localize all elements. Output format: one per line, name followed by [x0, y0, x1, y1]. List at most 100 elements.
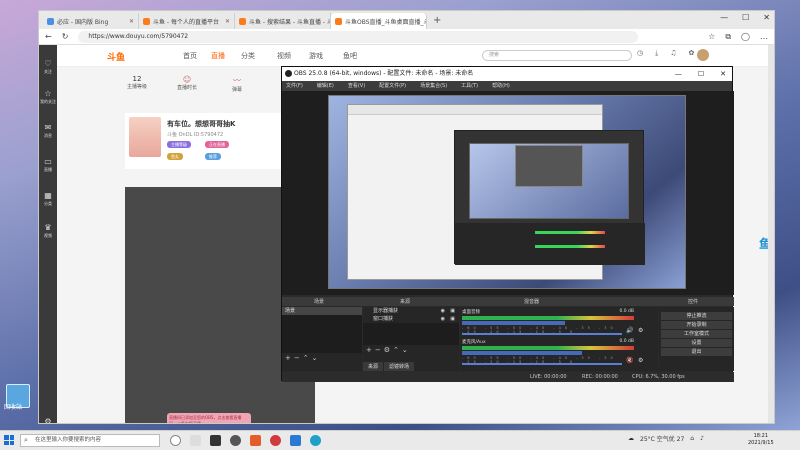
stop-streaming-button[interactable]: 停止推流	[661, 312, 732, 320]
history-icon[interactable]: ◷	[637, 49, 643, 58]
menu-edit[interactable]: 编辑(E)	[317, 81, 334, 91]
douyu-taskbar-icon[interactable]	[250, 435, 261, 446]
tab-sources[interactable]: 来源	[363, 362, 384, 371]
gear-icon[interactable]: ⚙	[638, 357, 643, 364]
remove-icon[interactable]: −	[294, 354, 303, 362]
muted-speaker-icon[interactable]: 🔇	[626, 357, 633, 364]
menu-profile[interactable]: 配置文件(P)	[379, 81, 406, 91]
download-icon[interactable]: ⤓	[655, 49, 658, 58]
folder-icon[interactable]	[290, 435, 301, 446]
close-icon[interactable]: ✕	[129, 18, 134, 25]
network-icon[interactable]: ⌂	[690, 435, 694, 442]
gift-icon[interactable]: ✿	[689, 49, 695, 58]
tab-bing[interactable]: 必应 - 国内版 Bing ✕	[43, 13, 139, 29]
sidebar-item-live[interactable]: ▭ 直播	[39, 157, 57, 173]
maximize-icon[interactable]: ☐	[698, 67, 704, 81]
clock[interactable]: 18:21 2021/9/15	[748, 433, 774, 447]
bell-icon[interactable]: ♫	[670, 49, 676, 58]
start-recording-button[interactable]: 开始录制	[661, 321, 732, 329]
anchor-avatar[interactable]	[129, 117, 161, 157]
close-icon[interactable]: ✕	[720, 67, 726, 81]
sources-list[interactable]	[363, 323, 459, 345]
down-icon[interactable]: ⌄	[312, 354, 321, 362]
windows-start-icon[interactable]	[4, 435, 14, 445]
tab-douyu-search[interactable]: 斗鱼 - 搜索结果 - 斗鱼直播 - 斗鱼✕	[235, 13, 331, 29]
source-item[interactable]: 窗口捕获 ◉ ▣	[363, 315, 459, 323]
studio-mode-button[interactable]: 工作室模式	[661, 330, 732, 338]
stat-danmu[interactable]: 〰弹幕	[225, 75, 249, 93]
add-icon[interactable]: +	[366, 346, 375, 354]
stat-level[interactable]: 12 主播等级	[125, 75, 149, 93]
up-icon[interactable]: ⌃	[303, 354, 312, 362]
refresh-icon[interactable]: ↻	[62, 32, 69, 41]
nav-live[interactable]: 直播	[211, 51, 225, 61]
sidebar-item-my-follow[interactable]: ☆ 我的关注	[39, 89, 57, 105]
obs-preview[interactable]	[282, 91, 734, 295]
nav-yuba[interactable]: 鱼吧	[343, 51, 357, 61]
nav-home[interactable]: 首页	[183, 51, 197, 61]
volume-icon[interactable]: ♪	[700, 435, 704, 442]
more-icon[interactable]: …	[760, 32, 768, 42]
menu-tools[interactable]: 工具(T)	[461, 81, 478, 91]
badge-recommend[interactable]: 推荐	[205, 153, 221, 160]
gear-icon[interactable]: ⚙	[638, 327, 643, 334]
tab-douyu-obs[interactable]: 斗鱼OBS直播_斗鱼桌面直播_斗鱼✕	[331, 13, 427, 29]
scene-item[interactable]: 场景	[282, 307, 362, 315]
collections-icon[interactable]: ⧉	[725, 32, 731, 42]
add-icon[interactable]: +	[285, 354, 294, 362]
gear-icon[interactable]: ⚙	[384, 346, 393, 354]
eye-icon[interactable]: ◉	[441, 315, 445, 323]
favorite-star-icon[interactable]: ☆	[708, 32, 715, 42]
remove-icon[interactable]: −	[375, 346, 384, 354]
tab-transitions[interactable]: 滤镜转场	[384, 362, 415, 371]
minimize-icon[interactable]: —	[720, 13, 728, 22]
lock-icon[interactable]: ▣	[450, 307, 455, 315]
url-field[interactable]: https://www.douyu.com/5790472	[78, 30, 639, 43]
douyu-logo[interactable]: 斗鱼	[107, 50, 125, 63]
avatar[interactable]	[697, 49, 709, 61]
app-icon[interactable]	[230, 435, 241, 446]
weather-text[interactable]: 25°C 空气优 27	[640, 434, 684, 443]
app-red-icon[interactable]	[270, 435, 281, 446]
volume-slider[interactable]	[462, 363, 622, 365]
close-icon[interactable]: ✕	[225, 18, 230, 25]
stat-duration[interactable]: ☺ 直播时长	[175, 75, 199, 93]
menu-help[interactable]: 帮助(H)	[492, 81, 510, 91]
nav-category[interactable]: 分类	[241, 51, 255, 61]
minimize-icon[interactable]: —	[675, 67, 682, 81]
exit-button[interactable]: 退出	[661, 348, 732, 356]
obs-toast[interactable]: 直播间已添加至您的OBS，点击查看直播间，斗鱼为您开播	[167, 413, 251, 423]
sidebar-item-follow[interactable]: ♡ 关注	[39, 59, 57, 75]
new-tab-button[interactable]: +	[427, 13, 447, 29]
speaker-icon[interactable]: 🔊	[626, 327, 633, 334]
up-icon[interactable]: ⌃	[393, 346, 402, 354]
nav-game[interactable]: 游戏	[309, 51, 323, 61]
source-item[interactable]: 显示器捕获 ◉ ▣	[363, 307, 459, 315]
menu-scene-collection[interactable]: 场景集合(S)	[420, 81, 447, 91]
page-scrollbar[interactable]	[768, 45, 774, 423]
eye-icon[interactable]: ◉	[441, 307, 445, 315]
close-window-icon[interactable]: ✕	[763, 13, 770, 22]
sidebar-item-rank[interactable]: ⚙排行	[39, 417, 57, 423]
maximize-icon[interactable]: ☐	[742, 13, 749, 22]
edge-icon[interactable]	[310, 435, 321, 446]
badge-live[interactable]: 正在直播	[205, 141, 229, 148]
down-icon[interactable]: ⌄	[402, 346, 411, 354]
obs-taskbar-icon[interactable]	[210, 435, 221, 446]
badge-fish[interactable]: 鱼丸	[167, 153, 183, 160]
settings-button[interactable]: 设置	[661, 339, 732, 347]
scenes-list[interactable]	[282, 315, 362, 353]
douyu-search-input[interactable]: 搜索	[482, 50, 632, 61]
volume-slider[interactable]	[462, 333, 622, 335]
taskbar-search-input[interactable]: ⌕ 在这里输入你要搜索的内容	[20, 434, 160, 447]
desktop-icon[interactable]	[190, 435, 201, 446]
sidebar-item-category[interactable]: ▦ 分类	[39, 191, 57, 207]
sidebar-item-video[interactable]: ♛ 视频	[39, 223, 57, 239]
menu-view[interactable]: 查看(V)	[348, 81, 365, 91]
badge-level[interactable]: 主播等级	[167, 141, 191, 148]
sidebar-item-message[interactable]: ✉ 消息	[39, 123, 57, 139]
task-view-icon[interactable]	[170, 435, 181, 446]
back-icon[interactable]: ←	[45, 32, 52, 41]
tab-douyu-home[interactable]: 斗鱼 - 每个人的直播平台 ✕	[139, 13, 235, 29]
profile-icon[interactable]: ◯	[741, 32, 750, 42]
